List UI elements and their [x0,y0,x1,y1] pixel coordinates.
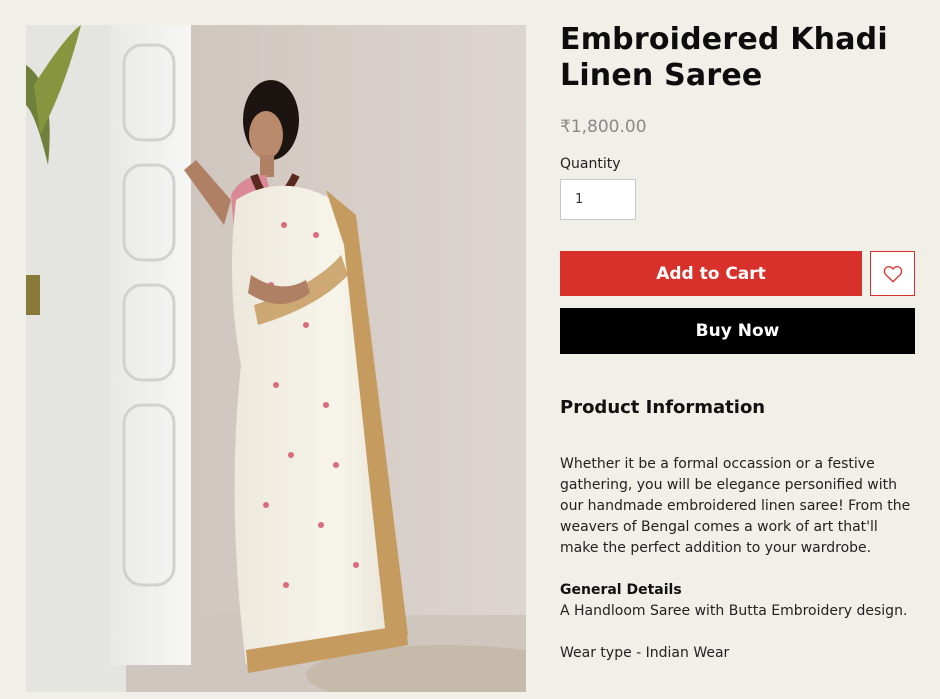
product-page: Embroidered Khadi Linen Saree ₹1,800.00 … [0,0,940,699]
product-information-heading: Product Information [560,397,766,418]
general-details-title: General Details [560,582,682,598]
product-image [26,25,526,692]
cart-actions: Add to Cart [560,251,915,296]
general-details-text: A Handloom Saree with Butta Embroidery d… [560,603,908,619]
quantity-label: Quantity [560,156,621,172]
product-price: ₹1,800.00 [560,117,647,137]
buy-now-button[interactable]: Buy Now [560,308,915,354]
product-title: Embroidered Khadi Linen Saree [560,22,888,93]
product-description: Whether it be a formal occassion or a fe… [560,456,911,556]
quantity-input[interactable] [560,179,636,220]
wishlist-button[interactable] [870,251,915,296]
heart-icon [883,265,903,283]
add-to-cart-button[interactable]: Add to Cart [560,251,862,296]
product-details: Embroidered Khadi Linen Saree ₹1,800.00 … [560,22,915,664]
wear-type: Wear type - Indian Wear [560,645,730,661]
